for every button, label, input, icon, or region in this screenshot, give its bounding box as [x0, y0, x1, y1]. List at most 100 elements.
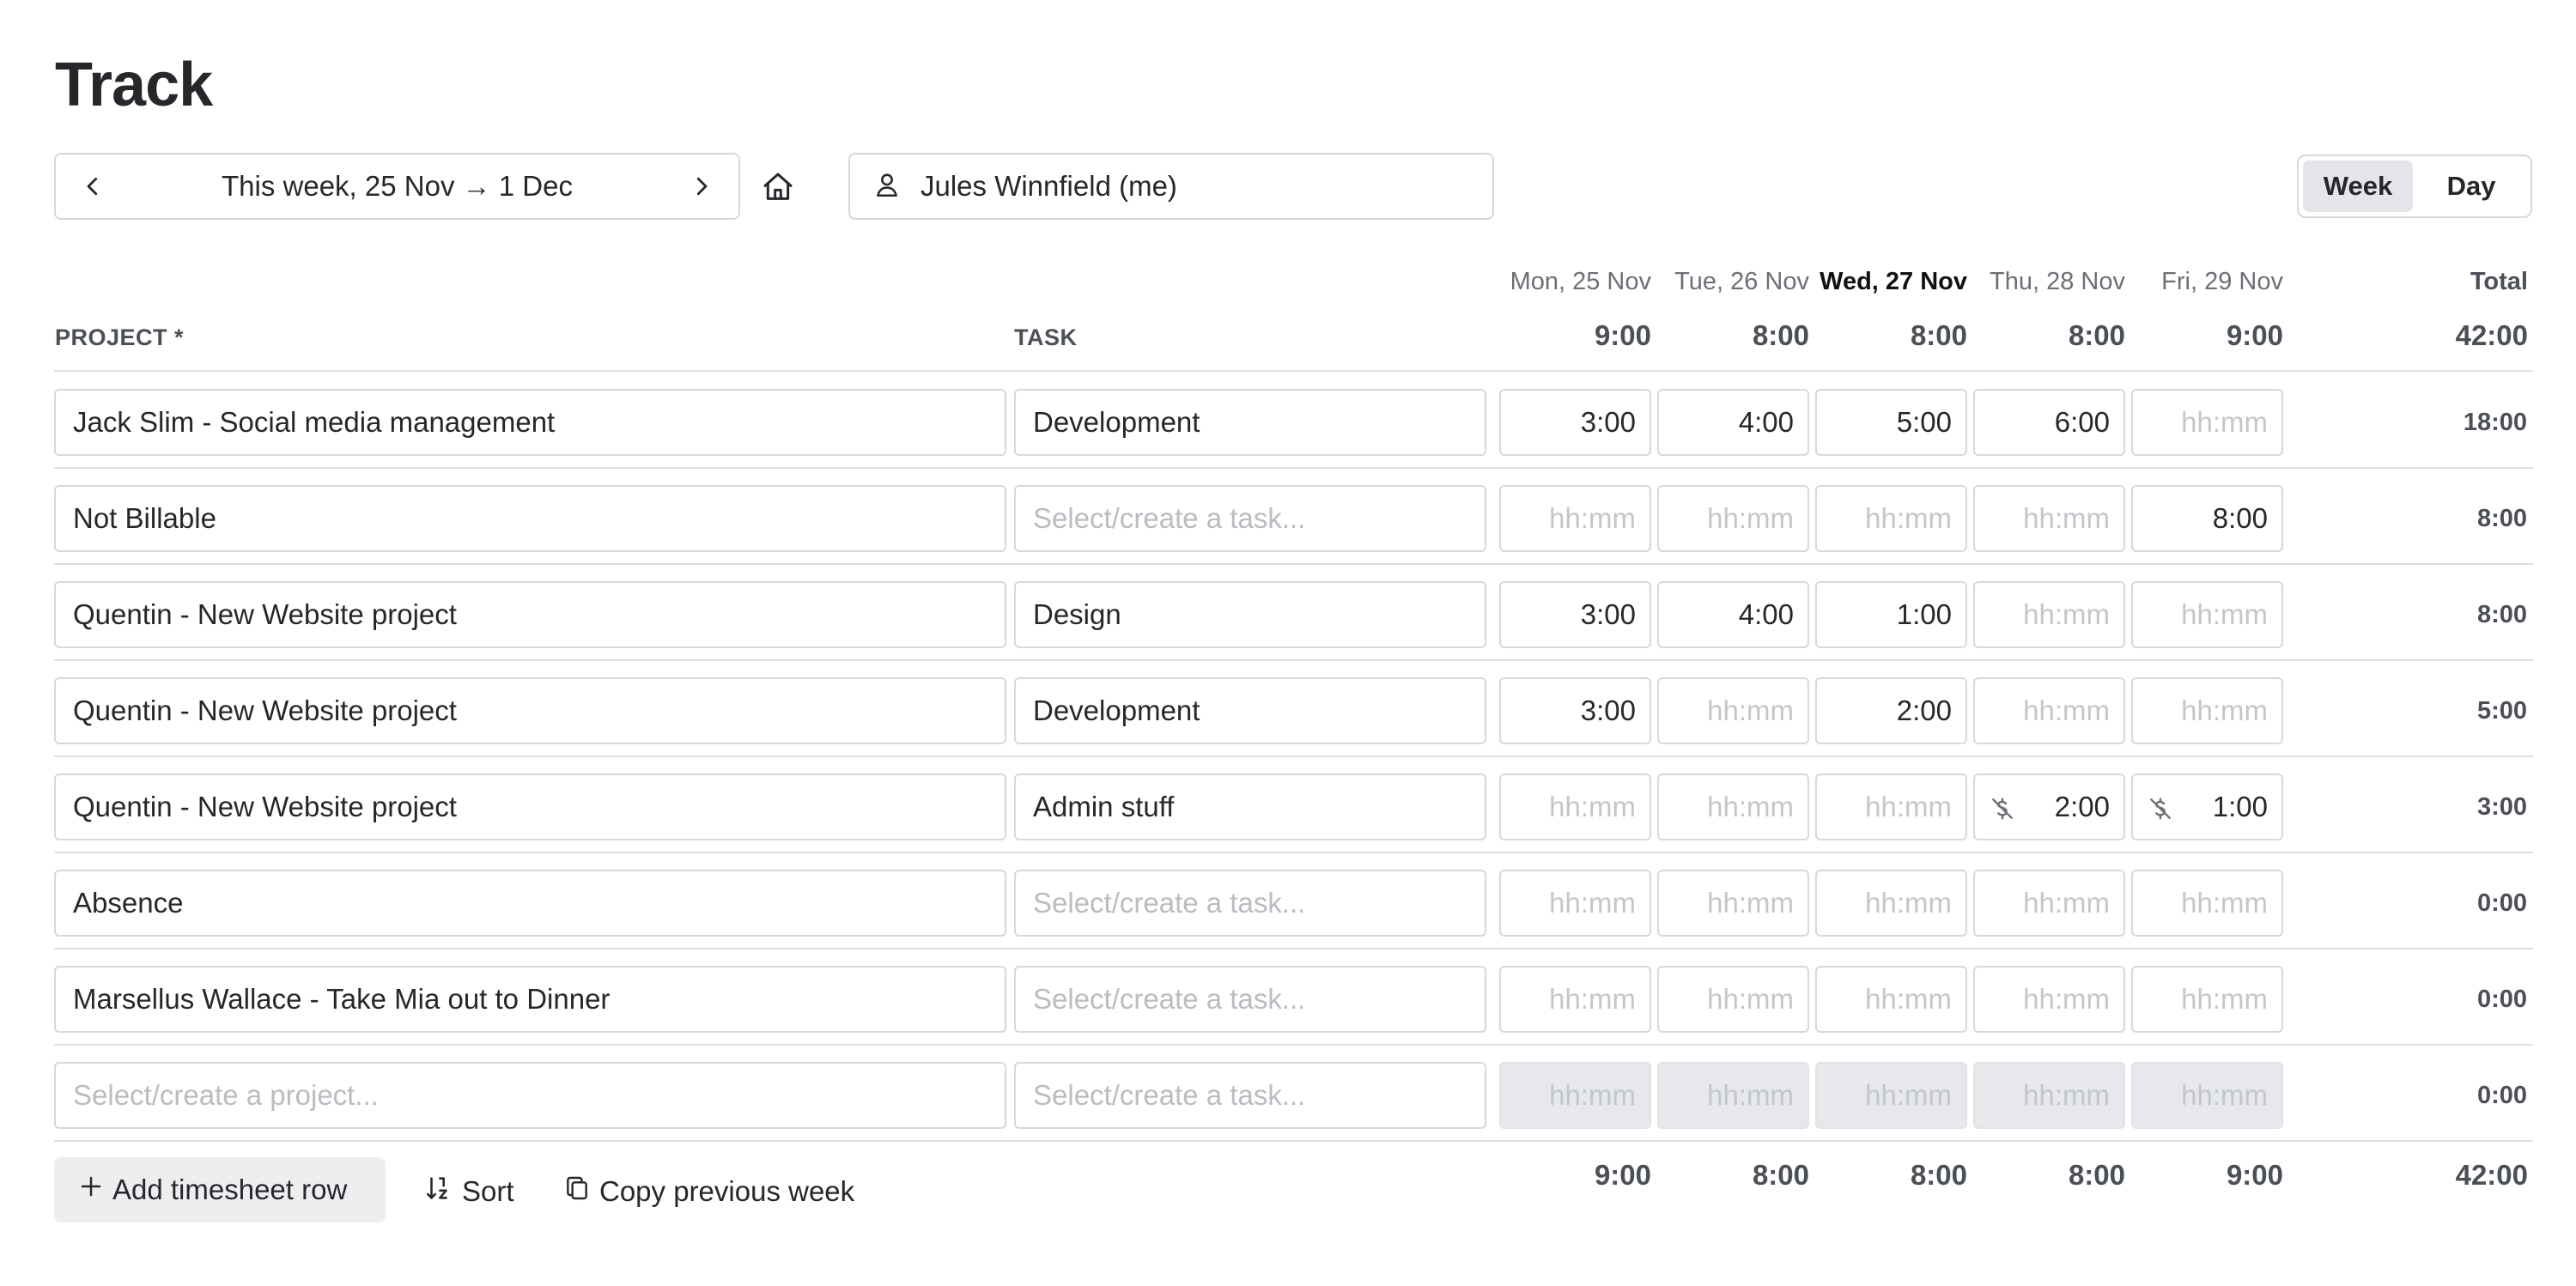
row-divider — [54, 467, 2533, 469]
time-input[interactable]: 4:00 — [1657, 581, 1809, 648]
total-column-header: Total — [2361, 268, 2528, 296]
time-input[interactable]: hh:mm — [1815, 485, 1967, 552]
row-divider — [54, 948, 2533, 949]
time-input[interactable]: hh:mm — [1815, 966, 1967, 1033]
time-input[interactable]: 1:00 — [1815, 581, 1967, 648]
footer-day-total: 8:00 — [1971, 1159, 2125, 1192]
time-input[interactable]: 6:00 — [1973, 389, 2125, 456]
time-input[interactable]: hh:mm — [1973, 581, 2125, 648]
chevron-right-icon[interactable] — [689, 173, 714, 199]
task-select[interactable]: Select/create a task... — [1014, 966, 1486, 1033]
time-value: 2:00 — [1897, 695, 1952, 727]
user-select-value: Jules Winnfield (me) — [920, 170, 1177, 203]
time-input[interactable]: hh:mm — [1973, 966, 2125, 1033]
time-value: 6:00 — [2055, 406, 2110, 439]
timesheet-row: Quentin - New Website projectDevelopment… — [0, 677, 2576, 744]
time-input[interactable]: 3:00 — [1499, 581, 1651, 648]
timesheet-row: AbsenceSelect/create a task...hh:mmhh:mm… — [0, 870, 2576, 937]
time-input[interactable]: hh:mm — [1657, 677, 1809, 744]
add-timesheet-row-button[interactable]: Add timesheet row — [54, 1157, 386, 1222]
timesheet-row: Select/create a project...Select/create … — [0, 1062, 2576, 1129]
time-value: hh:mm — [2181, 695, 2268, 727]
time-value: 5:00 — [1897, 406, 1952, 439]
day-header: Tue, 26 Nov — [1646, 268, 1809, 296]
task-select[interactable]: Select/create a task... — [1014, 870, 1486, 937]
time-input[interactable]: hh:mm — [2131, 581, 2283, 648]
plus-icon — [78, 1174, 104, 1206]
time-input[interactable]: 3:00 — [1499, 677, 1651, 744]
row-divider — [54, 755, 2533, 757]
task-select[interactable]: Select/create a task... — [1014, 1062, 1486, 1129]
time-input[interactable]: hh:mm — [1499, 870, 1651, 937]
time-value: hh:mm — [2023, 887, 2110, 919]
time-input[interactable]: hh:mm — [1973, 677, 2125, 744]
time-input[interactable]: 5:00 — [1815, 389, 1967, 456]
row-divider — [54, 1140, 2533, 1142]
time-value: hh:mm — [1865, 1079, 1952, 1112]
time-input[interactable]: hh:mm — [2131, 677, 2283, 744]
copy-previous-week-button[interactable]: Copy previous week — [563, 1169, 854, 1214]
timesheet-row: Marsellus Wallace - Take Mia out to Dinn… — [0, 966, 2576, 1033]
time-input[interactable]: 3:00 — [1499, 389, 1651, 456]
timesheet-row: Quentin - New Website projectAdmin stuff… — [0, 773, 2576, 840]
time-input[interactable]: hh:mm — [1973, 485, 2125, 552]
time-input[interactable]: hh:mm — [2131, 870, 2283, 937]
time-input[interactable]: hh:mm — [1815, 773, 1967, 840]
week-navigator: This week, 25 Nov → 1 Dec — [54, 153, 740, 220]
task-select[interactable]: Admin stuff — [1014, 773, 1486, 840]
time-input[interactable]: 4:00 — [1657, 389, 1809, 456]
sort-button[interactable]: Sort — [424, 1169, 514, 1214]
project-select[interactable]: Quentin - New Website project — [54, 677, 1006, 744]
task-select[interactable]: Development — [1014, 389, 1486, 456]
timesheet-row: Not BillableSelect/create a task...hh:mm… — [0, 485, 2576, 552]
time-input[interactable]: 2:00 — [1973, 773, 2125, 840]
row-total: 8:00 — [2477, 581, 2527, 648]
time-input[interactable]: 1:00 — [2131, 773, 2283, 840]
view-week-button[interactable]: Week — [2303, 161, 2413, 212]
time-input[interactable]: hh:mm — [2131, 966, 2283, 1033]
time-input[interactable]: hh:mm — [1973, 870, 2125, 937]
project-select[interactable]: Jack Slim - Social media management — [54, 389, 1006, 456]
row-divider — [54, 852, 2533, 853]
home-icon[interactable] — [756, 165, 800, 209]
day-header: Wed, 27 Nov — [1804, 268, 1967, 296]
time-value: hh:mm — [2023, 1079, 2110, 1112]
task-select[interactable]: Development — [1014, 677, 1486, 744]
time-input[interactable]: hh:mm — [1657, 870, 1809, 937]
time-value: hh:mm — [2181, 1079, 2268, 1112]
project-select[interactable]: Marsellus Wallace - Take Mia out to Dinn… — [54, 966, 1006, 1033]
time-input[interactable]: 2:00 — [1815, 677, 1967, 744]
project-select[interactable]: Not Billable — [54, 485, 1006, 552]
task-select[interactable]: Design — [1014, 581, 1486, 648]
project-select[interactable]: Absence — [54, 870, 1006, 937]
week-range-label[interactable]: This week, 25 Nov → 1 Dec — [222, 170, 573, 203]
time-value: hh:mm — [1549, 791, 1636, 823]
time-input[interactable]: hh:mm — [1657, 966, 1809, 1033]
time-input[interactable]: hh:mm — [1657, 773, 1809, 840]
time-value: 3:00 — [1581, 406, 1636, 439]
time-input[interactable]: hh:mm — [1499, 773, 1651, 840]
time-value: hh:mm — [1549, 1079, 1636, 1112]
time-input[interactable]: hh:mm — [1499, 485, 1651, 552]
time-value: hh:mm — [1707, 887, 1794, 919]
view-day-button[interactable]: Day — [2416, 161, 2526, 212]
project-select[interactable]: Quentin - New Website project — [54, 581, 1006, 648]
time-value: 4:00 — [1739, 598, 1794, 631]
project-select[interactable]: Select/create a project... — [54, 1062, 1006, 1129]
row-divider — [54, 1044, 2533, 1046]
add-timesheet-row-label: Add timesheet row — [112, 1174, 347, 1206]
time-input[interactable]: hh:mm — [1657, 485, 1809, 552]
time-input[interactable]: hh:mm — [1499, 966, 1651, 1033]
time-value: hh:mm — [1707, 1079, 1794, 1112]
project-select[interactable]: Quentin - New Website project — [54, 773, 1006, 840]
task-select[interactable]: Select/create a task... — [1014, 485, 1486, 552]
time-value: 3:00 — [1581, 598, 1636, 631]
time-value: hh:mm — [2023, 502, 2110, 535]
time-input[interactable]: 8:00 — [2131, 485, 2283, 552]
user-select[interactable]: Jules Winnfield (me) — [848, 153, 1494, 220]
chevron-left-icon[interactable] — [80, 173, 106, 199]
time-input: hh:mm — [1657, 1062, 1809, 1129]
time-value: 3:00 — [1581, 695, 1636, 727]
time-input[interactable]: hh:mm — [2131, 389, 2283, 456]
time-input[interactable]: hh:mm — [1815, 870, 1967, 937]
